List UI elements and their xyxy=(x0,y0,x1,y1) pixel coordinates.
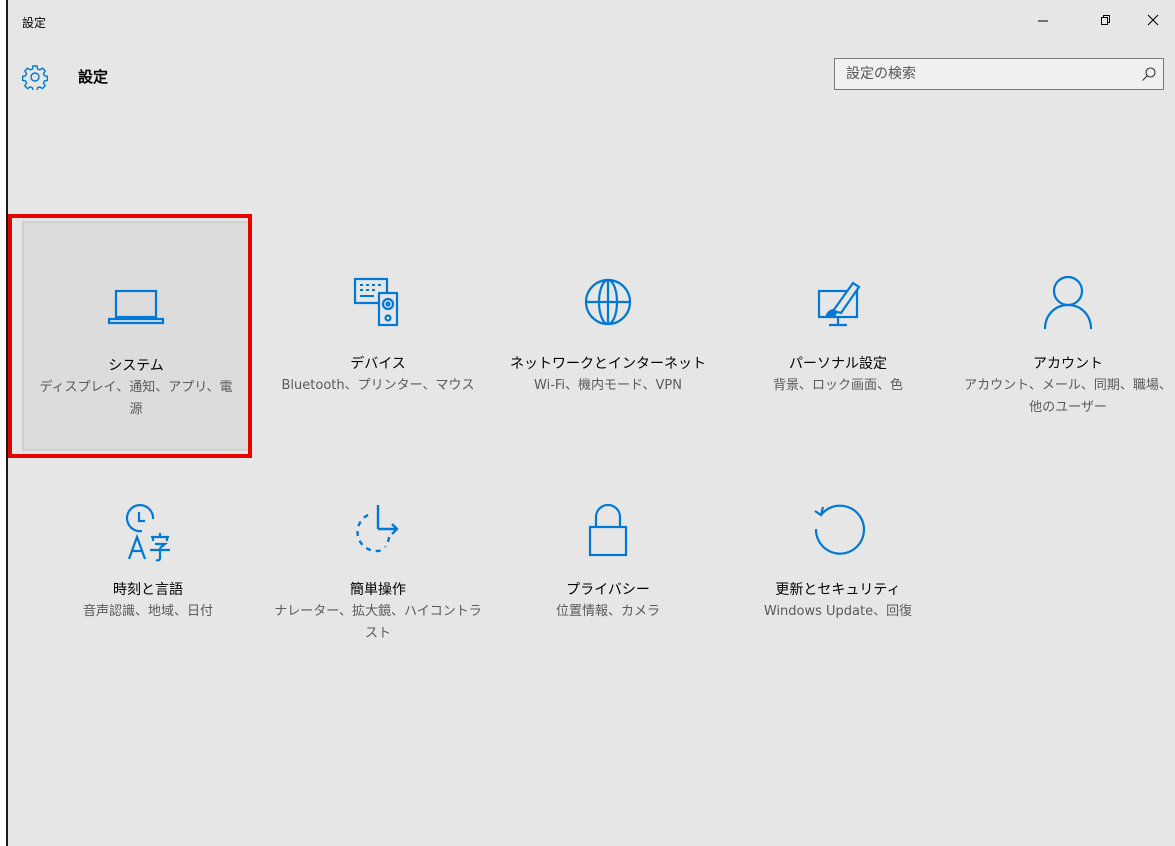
tile-label: 更新とセキュリティ xyxy=(775,582,901,598)
tile-description: Windows Update、回復 xyxy=(763,604,913,619)
tile-label: プライバシー xyxy=(566,582,650,598)
tile-devices[interactable]: デバイス Bluetooth、プリンター、マウス xyxy=(264,221,492,451)
settings-window: 設定 設定 システム ディスプレイ、通知、アプリ、電源 xyxy=(6,0,1175,846)
tile-ease-of-access[interactable]: 簡単操作 ナレーター、拡大鏡、ハイコントラスト xyxy=(264,447,492,677)
update-icon xyxy=(814,504,866,555)
search-box[interactable] xyxy=(834,58,1164,90)
tile-description: 音声認識、地域、日付 xyxy=(82,604,213,619)
tile-description: Bluetooth、プリンター、マウス xyxy=(281,378,475,393)
ease-of-access-icon xyxy=(356,505,399,553)
tile-label: 時刻と言語 xyxy=(113,582,183,598)
search-input[interactable] xyxy=(835,59,1136,89)
tile-system[interactable]: システム ディスプレイ、通知、アプリ、電源 xyxy=(22,221,250,451)
tile-description: ナレーター、拡大鏡、ハイコントラスト xyxy=(274,604,482,641)
tile-label: ネットワークとインターネット xyxy=(510,356,706,372)
tile-time-language[interactable]: 時刻と言語 音声認識、地域、日付 xyxy=(34,447,262,677)
tile-label: システム xyxy=(108,358,164,374)
minimize-icon xyxy=(1038,20,1048,22)
close-button[interactable] xyxy=(1130,4,1175,36)
title-bar: 設定 xyxy=(8,0,1175,38)
person-icon xyxy=(1043,275,1093,330)
laptop-icon xyxy=(107,289,165,325)
lock-icon xyxy=(588,503,628,557)
personalization-icon xyxy=(817,281,861,327)
window-title: 設定 xyxy=(22,16,47,30)
tile-description: 背景、ロック画面、色 xyxy=(772,378,903,393)
minimize-button[interactable] xyxy=(1020,4,1066,36)
tile-personalization[interactable]: パーソナル設定 背景、ロック画面、色 xyxy=(724,221,952,451)
tile-description: Wi-Fi、機内モード、VPN xyxy=(534,378,682,393)
time-language-icon xyxy=(125,504,170,562)
gear-icon xyxy=(22,65,48,90)
restore-button[interactable] xyxy=(1082,4,1128,36)
tile-label: デバイス xyxy=(350,356,406,372)
globe-icon xyxy=(584,278,632,326)
tile-label: アカウント xyxy=(1033,356,1103,372)
search-icon[interactable] xyxy=(1141,66,1157,82)
devices-icon xyxy=(353,277,399,327)
tile-label: 簡単操作 xyxy=(350,582,406,598)
tile-privacy[interactable]: プライバシー 位置情報、カメラ xyxy=(494,447,722,677)
tile-label: パーソナル設定 xyxy=(789,356,887,372)
tile-update-security[interactable]: 更新とセキュリティ Windows Update、回復 xyxy=(724,447,952,677)
close-icon xyxy=(1147,14,1159,26)
tile-description: アカウント、メール、同期、職場、他のユーザー xyxy=(964,378,1172,415)
restore-icon xyxy=(1101,15,1110,25)
tile-description: 位置情報、カメラ xyxy=(555,604,660,619)
page-title: 設定 xyxy=(78,68,109,86)
tile-network[interactable]: ネットワークとインターネット Wi-Fi、機内モード、VPN xyxy=(494,221,722,451)
tile-description: ディスプレイ、通知、アプリ、電源 xyxy=(39,380,233,417)
tile-accounts[interactable]: アカウント アカウント、メール、同期、職場、他のユーザー xyxy=(954,221,1175,451)
